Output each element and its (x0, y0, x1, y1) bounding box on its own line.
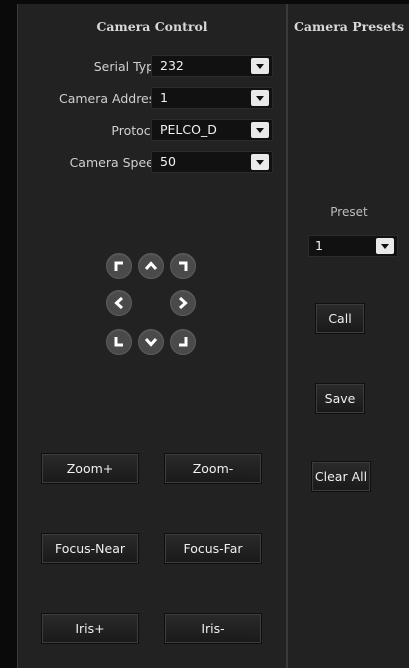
arrow-left-icon (114, 296, 124, 310)
preset-value: 1 (315, 238, 323, 253)
zoom-out-button[interactable]: Zoom- (165, 454, 261, 483)
arrow-down-icon (144, 337, 158, 347)
tilt-down-button[interactable] (138, 329, 164, 355)
preset-dropdown[interactable]: 1 (308, 235, 398, 257)
preset-call-button[interactable]: Call (316, 304, 364, 333)
preset-save-button[interactable]: Save (316, 384, 364, 413)
camera-speed-dropdown[interactable]: 50 (151, 151, 273, 173)
chevron-down-icon[interactable] (251, 58, 269, 74)
protocol-value: PELCO_D (160, 122, 217, 137)
pan-down-right-button[interactable] (170, 329, 196, 355)
chevron-down-icon[interactable] (251, 90, 269, 106)
camera-control-panel: Camera Control Serial Type: 232 Camera A… (17, 4, 287, 668)
preset-clear-all-button[interactable]: Clear All (312, 462, 370, 491)
pan-up-left-button[interactable] (106, 253, 132, 279)
arrow-down-left-icon (114, 337, 123, 347)
pan-down-left-button[interactable] (106, 329, 132, 355)
arrow-up-right-icon (179, 261, 188, 271)
camera-address-value: 1 (160, 90, 168, 105)
camera-address-dropdown[interactable]: 1 (151, 87, 273, 109)
arrow-down-right-icon (179, 337, 188, 347)
serial-type-value: 232 (160, 58, 184, 73)
camera-address-label: Camera Address: (58, 91, 166, 106)
focus-near-button[interactable]: Focus-Near (42, 534, 138, 563)
iris-open-button[interactable]: Iris+ (42, 614, 138, 643)
camera-presets-panel: Camera Presets Preset 1 Call Save Clear … (287, 4, 409, 668)
tilt-up-button[interactable] (138, 253, 164, 279)
camera-control-title: Camera Control (96, 19, 208, 34)
iris-close-button[interactable]: Iris- (165, 614, 261, 643)
pan-right-button[interactable] (170, 290, 196, 316)
arrow-up-left-icon (114, 261, 123, 271)
pan-up-right-button[interactable] (170, 253, 196, 279)
focus-far-button[interactable]: Focus-Far (165, 534, 261, 563)
camera-presets-title: Camera Presets (293, 19, 404, 34)
protocol-dropdown[interactable]: PELCO_D (151, 119, 273, 141)
pan-left-button[interactable] (106, 290, 132, 316)
chevron-down-icon[interactable] (376, 238, 394, 254)
arrow-right-icon (178, 296, 188, 310)
zoom-in-button[interactable]: Zoom+ (42, 454, 138, 483)
camera-speed-value: 50 (160, 154, 176, 169)
chevron-down-icon[interactable] (251, 154, 269, 170)
arrow-up-icon (144, 261, 158, 271)
serial-type-dropdown[interactable]: 232 (151, 55, 273, 77)
chevron-down-icon[interactable] (251, 122, 269, 138)
preset-label: Preset (330, 205, 368, 219)
